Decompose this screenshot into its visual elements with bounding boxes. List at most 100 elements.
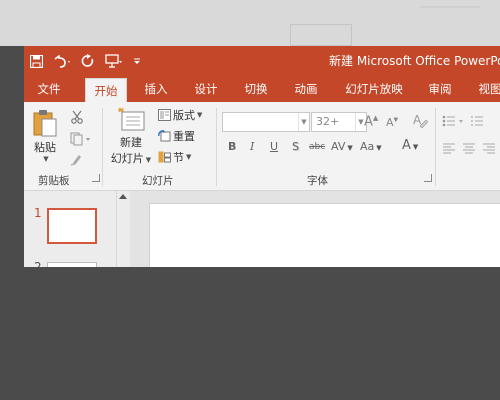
layout-icon [157, 108, 171, 122]
align-center-button[interactable] [462, 142, 476, 157]
shrink-font-icon: A [386, 116, 394, 129]
group-divider [435, 108, 436, 186]
cut-button[interactable] [70, 110, 84, 127]
start-slideshow-button[interactable] [100, 46, 128, 76]
paste-button[interactable]: 粘贴 ▼ [30, 108, 60, 163]
change-case-button[interactable]: Aa ▼ [360, 140, 382, 153]
grow-font-button[interactable]: A▲ [364, 114, 378, 129]
group-divider [102, 108, 103, 186]
tab-insert[interactable]: 插入 [136, 76, 176, 102]
slides-group-label: 幻灯片 [142, 175, 174, 187]
italic-button[interactable]: I [250, 140, 254, 153]
group-divider [216, 108, 217, 186]
copy-icon [70, 132, 90, 146]
align-center-icon [463, 143, 475, 154]
section-button[interactable]: 节 ▼ [157, 148, 191, 166]
thumbnail-scrollbar[interactable] [116, 191, 131, 267]
strikethrough-button[interactable]: abc [309, 142, 325, 152]
layout-dropdown-icon: ▼ [197, 111, 203, 119]
tab-home[interactable]: 开始 [85, 78, 127, 103]
reset-icon [157, 129, 171, 143]
align-right-button[interactable] [482, 142, 496, 157]
tab-review[interactable]: 审阅 [420, 76, 460, 102]
font-size-combobox[interactable]: 32+ ▼ [311, 112, 367, 132]
clipboard-group-label: 剪贴板 [38, 175, 70, 187]
slide-number-1: 1 [34, 206, 42, 220]
font-name-combobox[interactable]: ▼ [222, 112, 310, 132]
grow-font-icon: A [364, 114, 373, 130]
bold-button[interactable]: B [228, 140, 236, 153]
reset-label: 重置 [173, 130, 195, 143]
undo-icon [54, 54, 70, 68]
font-dialog-launcher[interactable] [424, 174, 432, 182]
section-icon [157, 150, 171, 164]
shadow-button[interactable]: S [292, 140, 299, 153]
format-painter-icon [70, 155, 81, 166]
font-color-label: A [402, 138, 411, 153]
paste-label: 粘贴 [34, 141, 56, 154]
svg-text:A: A [413, 113, 422, 127]
window-title: 新建 Microsoft Office PowerPoi [329, 54, 500, 68]
desktop-ghost-line [420, 6, 480, 8]
layout-button[interactable]: 版式 ▼ [157, 106, 202, 124]
format-painter-button[interactable] [70, 152, 84, 169]
reset-button[interactable]: 重置 [157, 127, 195, 145]
tab-view[interactable]: 视图 [470, 76, 500, 102]
align-right-icon [483, 143, 495, 154]
layout-label: 版式 [173, 109, 195, 122]
change-case-label: Aa [360, 140, 375, 153]
powerpoint-window: 新建 Microsoft Office PowerPoi 文件 开始 插入 设计… [24, 46, 500, 267]
title-bar: 新建 Microsoft Office PowerPoi [24, 46, 500, 76]
numbering-button[interactable] [470, 114, 494, 131]
clipboard-dialog-launcher[interactable] [92, 174, 100, 182]
font-size-value: 32+ [316, 115, 340, 128]
new-slide-label-line2: 幻灯片 [110, 152, 144, 165]
character-spacing-button[interactable]: AV ▼ [331, 140, 353, 153]
tab-slideshow[interactable]: 幻灯片放映 [339, 76, 409, 102]
section-dropdown-icon: ▼ [186, 153, 192, 161]
customize-dropdown-icon [134, 58, 140, 64]
font-color-dropdown-icon: ▼ [412, 143, 419, 151]
character-spacing-dropdown-icon: ▼ [347, 144, 353, 152]
redo-button[interactable] [76, 46, 100, 76]
tab-file[interactable]: 文件 [24, 76, 74, 102]
clear-formatting-button[interactable]: A [412, 112, 429, 131]
undo-button[interactable] [48, 46, 76, 76]
shrink-font-button[interactable]: A▼ [386, 116, 398, 129]
clear-formatting-icon: A [413, 113, 429, 129]
bullets-icon [442, 115, 463, 127]
save-button[interactable] [24, 46, 48, 76]
align-left-icon [443, 143, 455, 154]
redo-icon [81, 54, 94, 67]
copy-button[interactable] [70, 132, 92, 149]
scissors-icon [71, 110, 83, 124]
font-group-label: 字体 [307, 175, 328, 187]
bullets-button[interactable] [442, 114, 466, 131]
character-spacing-label: AV [331, 140, 346, 153]
tab-transitions[interactable]: 切换 [236, 76, 276, 102]
scroll-up-arrow-icon[interactable] [119, 194, 127, 199]
new-slide-icon [118, 107, 145, 131]
ribbon-home: 粘贴 ▼ 剪贴板 新建 幻灯片 ▼ 版式 ▼ 重置 节 ▼ 幻灯片 ▼ 32+ … [24, 102, 500, 191]
section-label: 节 [173, 151, 184, 164]
new-slide-label-line1: 新建 [120, 136, 142, 149]
slide-thumbnail-2[interactable] [47, 262, 97, 267]
quick-access-toolbar [24, 46, 146, 76]
paste-dropdown-icon: ▼ [43, 155, 49, 163]
save-icon [29, 54, 43, 68]
font-name-dropdown-icon: ▼ [298, 113, 309, 131]
change-case-dropdown-icon: ▼ [376, 144, 382, 152]
customize-qat-button[interactable] [128, 46, 146, 76]
slide-thumbnail-1[interactable] [47, 208, 97, 244]
slideshow-icon [105, 54, 122, 68]
new-slide-button[interactable]: 新建 幻灯片 ▼ [108, 106, 154, 166]
paste-icon [33, 110, 57, 137]
align-left-button[interactable] [442, 142, 456, 157]
ribbon-tabs: 文件 开始 插入 设计 切换 动画 幻灯片放映 审阅 视图 [24, 76, 500, 103]
font-color-button[interactable]: A ▼ [402, 138, 418, 153]
new-slide-label-row: 幻灯片 ▼ [108, 150, 154, 166]
underline-button[interactable]: U [270, 140, 278, 153]
tab-animations[interactable]: 动画 [286, 76, 326, 102]
tab-design[interactable]: 设计 [186, 76, 226, 102]
slide-canvas[interactable] [149, 203, 500, 267]
